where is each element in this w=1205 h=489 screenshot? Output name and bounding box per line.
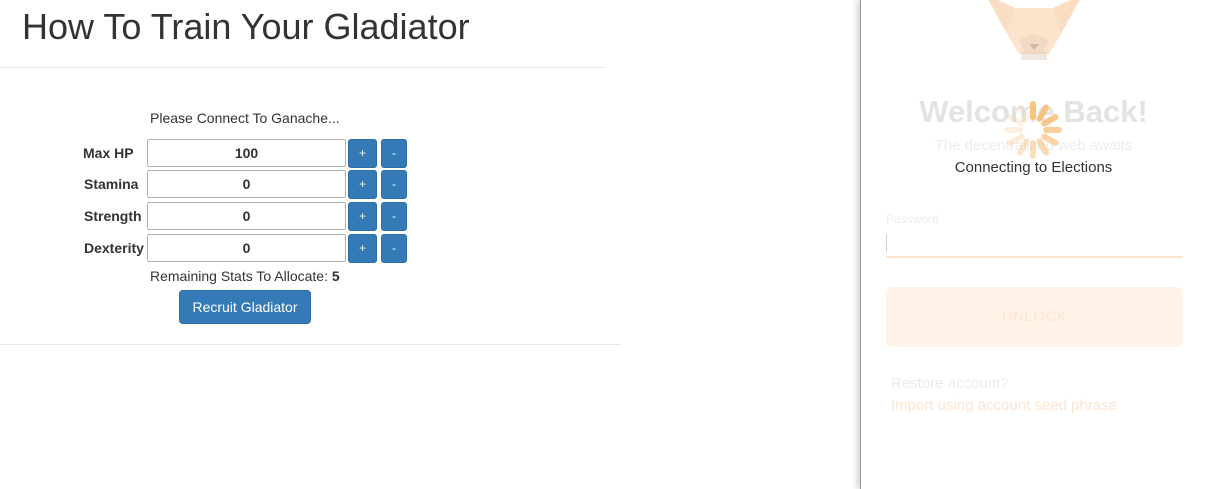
- import-seed-phrase-link[interactable]: Import using account seed phrase: [891, 397, 1117, 414]
- stat-label: Stamina: [84, 176, 139, 192]
- footer-divider: [0, 344, 621, 345]
- strength-decrement-button[interactable]: -: [381, 202, 407, 231]
- stamina-decrement-button[interactable]: -: [381, 170, 407, 199]
- connecting-status: Connecting to Elections: [954, 159, 1113, 176]
- remaining-stats: Remaining Stats To Allocate: 5: [150, 268, 340, 284]
- unlock-button[interactable]: UNLOCK: [886, 287, 1183, 347]
- header-divider: [0, 67, 605, 68]
- text-caret: [886, 234, 887, 252]
- restore-account-text: Restore account?: [891, 375, 1009, 392]
- loading-spinner-icon: [1004, 101, 1062, 159]
- page-title: How To Train Your Gladiator: [22, 6, 470, 47]
- connection-status: Please Connect To Ganache...: [150, 110, 340, 126]
- max-hp-decrement-button[interactable]: -: [381, 139, 407, 168]
- extension-popup: Welcome Back! The decentralized web awai…: [860, 0, 1205, 489]
- remaining-stats-value: 5: [331, 268, 340, 284]
- max-hp-increment-button[interactable]: +: [348, 139, 377, 168]
- stat-label: Max HP: [83, 145, 134, 161]
- recruit-gladiator-button[interactable]: Recruit Gladiator: [179, 290, 311, 324]
- max-hp-input[interactable]: [147, 139, 346, 167]
- fox-logo-icon: [988, 0, 1080, 60]
- strength-input[interactable]: [147, 202, 346, 230]
- password-input[interactable]: [886, 230, 1183, 258]
- dexterity-increment-button[interactable]: +: [348, 234, 377, 263]
- stamina-increment-button[interactable]: +: [348, 170, 377, 199]
- stamina-input[interactable]: [147, 170, 346, 198]
- stat-label: Dexterity: [84, 240, 144, 256]
- dexterity-decrement-button[interactable]: -: [381, 234, 407, 263]
- strength-increment-button[interactable]: +: [348, 202, 377, 231]
- password-label: Password: [886, 212, 939, 226]
- stat-label: Strength: [84, 208, 142, 224]
- dexterity-input[interactable]: [147, 234, 346, 262]
- remaining-stats-label: Remaining Stats To Allocate:: [150, 268, 328, 284]
